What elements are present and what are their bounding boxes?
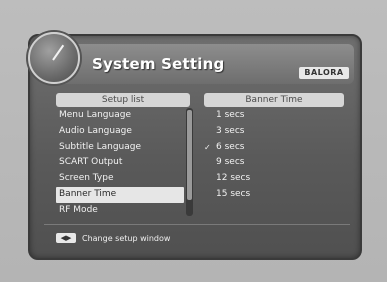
setup-item-audio-language[interactable]: Audio Language bbox=[56, 124, 184, 140]
option-label: 15 secs bbox=[216, 188, 251, 199]
checkmark-icon: ✓ bbox=[204, 142, 211, 152]
option-label: 1 secs bbox=[216, 110, 245, 120]
option-label: 3 secs bbox=[216, 125, 245, 136]
page-title: System Setting bbox=[92, 55, 225, 73]
footer-hint: ◀▶ Change setup window bbox=[56, 232, 170, 244]
option-9-secs[interactable]: 9 secs bbox=[204, 155, 344, 171]
setup-item-scart-output[interactable]: SCART Output bbox=[56, 155, 184, 171]
dial-needle-icon bbox=[52, 44, 65, 61]
footer-divider bbox=[44, 224, 350, 225]
footer-hint-text: Change setup window bbox=[82, 233, 171, 243]
setup-item-banner-time[interactable]: Banner Time bbox=[56, 186, 184, 203]
setup-item-menu-language[interactable]: Menu Language bbox=[56, 108, 184, 124]
banner-time-options: 1 secs 3 secs ✓ 6 secs 9 secs 12 secs 15 … bbox=[204, 108, 344, 203]
setup-item-screen-type[interactable]: Screen Type bbox=[56, 171, 184, 187]
setup-list-scrollbar[interactable] bbox=[186, 108, 193, 216]
scrollbar-thumb[interactable] bbox=[187, 110, 192, 200]
setup-item-rf-mode[interactable]: RF Mode bbox=[56, 203, 184, 219]
setup-item-subtitle-language[interactable]: Subtitle Language bbox=[56, 140, 184, 156]
left-right-arrows-icon: ◀▶ bbox=[56, 233, 76, 243]
option-3-secs[interactable]: 3 secs bbox=[204, 124, 344, 140]
option-12-secs[interactable]: 12 secs bbox=[204, 171, 344, 187]
tv-screen: System Setting BALORA Setup list Banner … bbox=[0, 0, 387, 282]
option-1-secs[interactable]: 1 secs bbox=[204, 108, 344, 124]
brand-logo: BALORA bbox=[299, 67, 349, 79]
setup-list-header: Setup list bbox=[56, 93, 190, 107]
option-label: 6 secs bbox=[216, 141, 245, 152]
option-label: 9 secs bbox=[216, 157, 245, 168]
banner-time-header: Banner Time bbox=[204, 93, 344, 107]
option-15-secs[interactable]: 15 secs bbox=[204, 187, 344, 203]
option-label: 12 secs bbox=[216, 173, 251, 184]
option-6-secs[interactable]: ✓ 6 secs bbox=[204, 140, 344, 156]
setup-list: Menu Language Audio Language Subtitle La… bbox=[56, 108, 184, 219]
settings-dial-icon bbox=[28, 32, 80, 84]
